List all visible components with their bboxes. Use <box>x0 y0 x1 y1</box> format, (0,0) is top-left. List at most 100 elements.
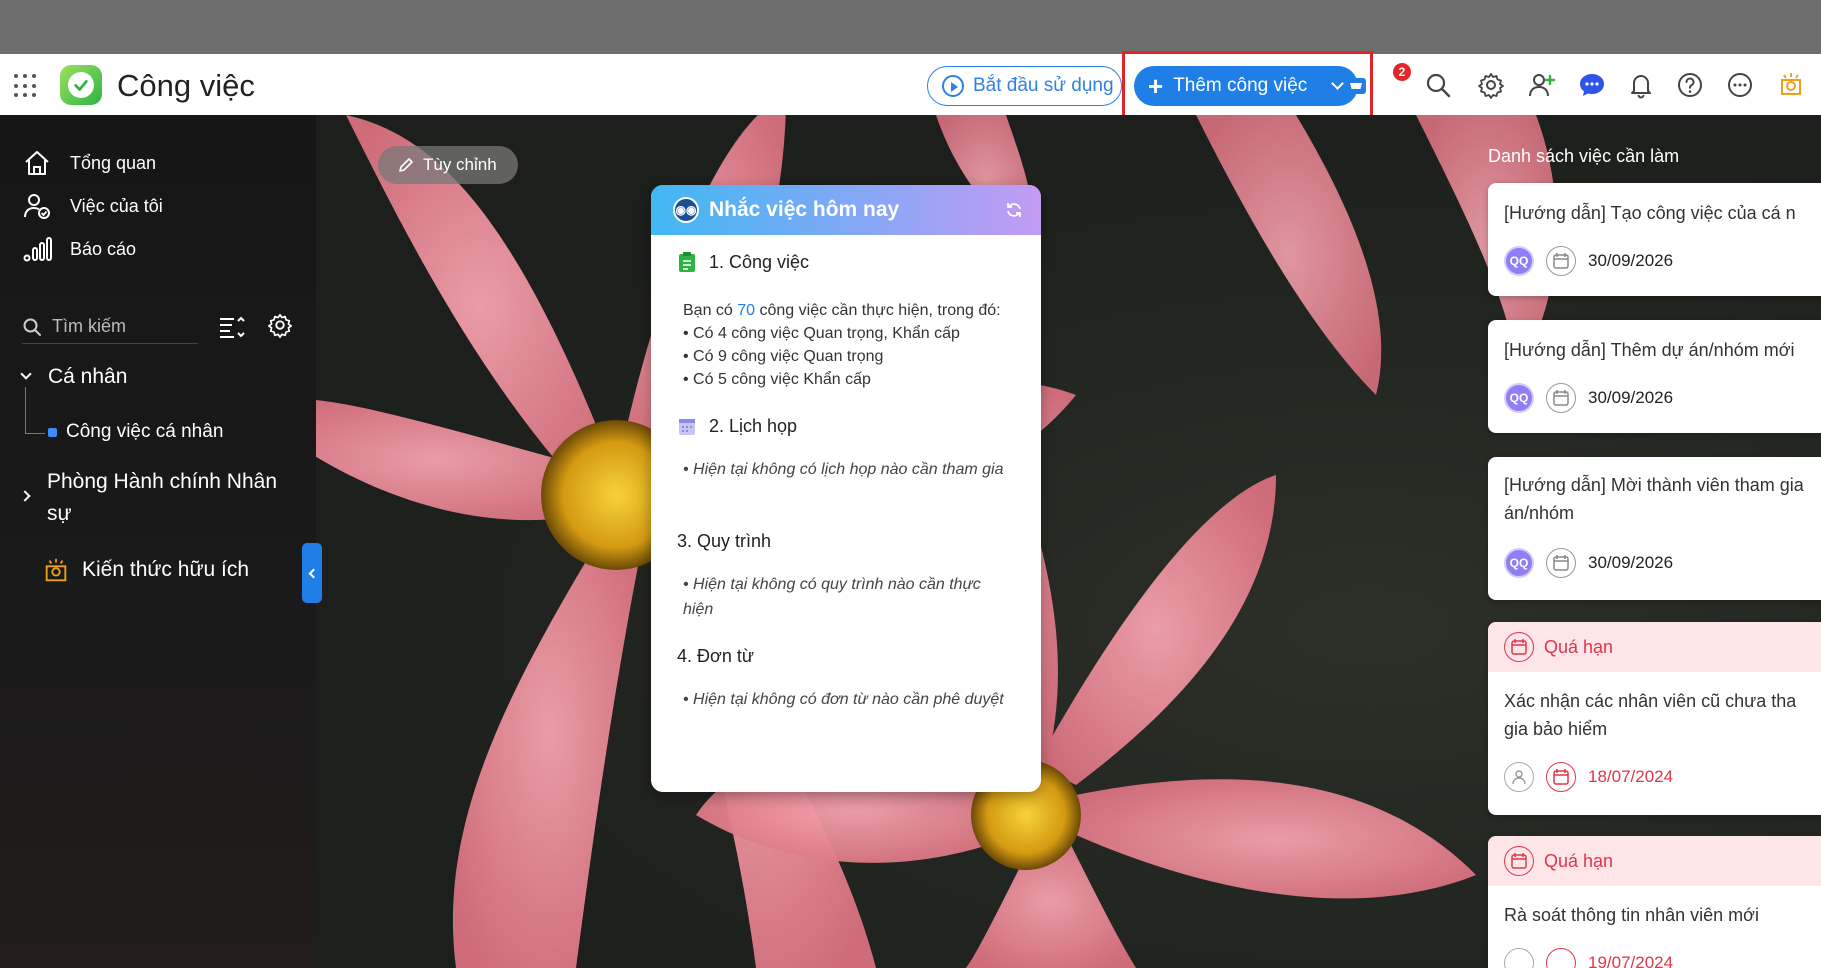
play-icon <box>942 75 964 97</box>
knowledge-label: Kiến thức hữu ích <box>82 558 250 581</box>
sidebar-search-input[interactable]: Tìm kiếm <box>22 310 198 344</box>
section-requests-text: • Hiện tại không có đơn từ nào cần phê d… <box>683 691 1004 708</box>
task-meta: QQ 30/09/2026 <box>1504 246 1673 276</box>
tree-personal-label: Cá nhân <box>48 365 128 388</box>
plus-icon: + <box>1148 71 1164 101</box>
tree-connector <box>25 433 45 434</box>
task-count-link[interactable]: 70 <box>737 302 755 319</box>
customize-button[interactable]: Tùy chỉnh <box>378 146 518 184</box>
task-date: 30/09/2026 <box>1588 388 1674 407</box>
section-process-text: • Hiện tại không có quy trình nào cần th… <box>683 576 981 618</box>
task-date: 30/09/2026 <box>1588 251 1674 270</box>
customize-label: Tùy chỉnh <box>423 155 497 174</box>
help-icon[interactable] <box>1675 70 1705 100</box>
chart-icon <box>23 237 52 262</box>
more-icon[interactable] <box>1725 70 1755 100</box>
avatar: QQ <box>1504 548 1534 578</box>
chevron-down-icon <box>20 368 32 380</box>
avatar-placeholder-icon <box>1504 762 1534 792</box>
add-user-icon[interactable] <box>1527 70 1557 100</box>
avatar-placeholder-icon <box>1504 948 1534 968</box>
app-header: Công việc Bắt đầu sử dụng + Thêm công vi… <box>0 54 1821 115</box>
app-title: Công việc <box>117 68 255 103</box>
task-date: 19/07/2024 <box>1588 953 1674 968</box>
add-task-button[interactable]: + Thêm công việc <box>1134 66 1358 106</box>
calendar-icon <box>679 419 695 435</box>
section-tasks-title: 1. Công việc <box>677 251 809 273</box>
task-title: [Hướng dẫn] Thêm dự án/nhóm mới <box>1504 340 1795 360</box>
task-date: 18/07/2024 <box>1588 767 1674 786</box>
overdue-label: Quá hạn <box>1544 850 1614 871</box>
task-meta: 19/07/2024 <box>1504 948 1673 968</box>
calendar-icon <box>1546 762 1576 792</box>
calendar-icon <box>1546 246 1576 276</box>
section-meetings-title: 2. Lịch họp <box>677 415 797 437</box>
task-title: [Hướng dẫn] Mời thành viên tham gia án/nh… <box>1504 475 1804 523</box>
task-meta: 18/07/2024 <box>1504 762 1673 792</box>
section-tasks-text: Bạn có 70 công việc cần thực hiện, trong… <box>683 302 1001 388</box>
section-process-title: 3. Quy trình <box>677 531 772 551</box>
todo-task-card[interactable]: [Hướng dẫn] Thêm dự án/nhóm mới QQ 30/09… <box>1488 320 1821 433</box>
sidebar-item-overview[interactable]: Tổng quan <box>22 148 156 178</box>
reminder-card-header: ◉◉ Nhắc việc hôm nay <box>651 185 1041 235</box>
task-date: 30/09/2026 <box>1588 553 1674 572</box>
overdue-band: Quá hạn <box>1488 836 1821 886</box>
avatar: QQ <box>1504 383 1534 413</box>
sidebar-item-label: Tổng quan <box>70 152 157 173</box>
task-title: Rà soát thông tin nhân viên mới <box>1504 905 1759 925</box>
chat-icon[interactable] <box>1577 70 1607 100</box>
overdue-label: Quá hạn <box>1544 636 1614 657</box>
task-meta: QQ 30/09/2026 <box>1504 548 1673 578</box>
sidebar-settings-icon[interactable] <box>266 311 294 339</box>
collapse-sidebar-button[interactable] <box>302 543 322 603</box>
add-task-label: Thêm công việc <box>1173 75 1308 96</box>
sidebar-item-my-tasks[interactable]: Việc của tôi <box>22 191 163 221</box>
tree-child-label: Công việc cá nhân <box>66 421 224 442</box>
search-icon[interactable] <box>1423 70 1453 100</box>
refresh-icon[interactable] <box>1005 201 1023 219</box>
overdue-band: Quá hạn <box>1488 622 1821 672</box>
chevron-right-icon <box>19 490 31 502</box>
calendar-icon <box>1546 948 1576 968</box>
avatar: QQ <box>1504 246 1534 276</box>
calendar-icon <box>1546 548 1576 578</box>
chevron-left-icon <box>308 568 319 578</box>
apps-grid-icon[interactable] <box>14 74 38 98</box>
calendar-alert-icon <box>1504 846 1534 876</box>
search-placeholder: Tìm kiếm <box>52 316 126 336</box>
calendar-icon <box>1546 383 1576 413</box>
start-using-button[interactable]: Bắt đầu sử dụng <box>927 66 1122 106</box>
cart-icon[interactable] <box>1341 70 1371 100</box>
pencil-icon <box>399 158 413 172</box>
project-dot-icon <box>48 427 57 437</box>
settings-gear-icon[interactable] <box>1476 70 1506 100</box>
idea-icon <box>45 558 67 582</box>
todo-task-card-overdue[interactable]: Quá hạn Rà soát thông tin nhân viên mới … <box>1488 836 1821 968</box>
sort-filter-icon[interactable] <box>217 313 245 341</box>
clipboard-icon <box>679 252 695 272</box>
bell-icon[interactable] <box>1626 70 1656 100</box>
tree-personal-tasks[interactable]: Công việc cá nhân <box>48 421 223 443</box>
home-icon <box>25 151 49 175</box>
sidebar: Tổng quan Việc của tôi Báo cáo Tìm kiếm … <box>0 115 316 968</box>
reminder-title: Nhắc việc hôm nay <box>709 198 900 221</box>
task-title: [Hướng dẫn] Tạo công việc của cá n <box>1504 203 1796 223</box>
task-meta: QQ 30/09/2026 <box>1504 383 1673 413</box>
todo-task-card-overdue[interactable]: Quá hạn Xác nhận các nhân viên cũ chưa t… <box>1488 622 1821 815</box>
idea-icon[interactable] <box>1776 70 1806 100</box>
search-icon <box>23 318 41 336</box>
tree-department[interactable]: Phòng Hành chính Nhân sự <box>18 466 298 530</box>
calendar-alert-icon <box>1504 632 1534 662</box>
tree-personal[interactable]: Cá nhân <box>18 365 127 389</box>
tree-connector <box>25 387 26 433</box>
todo-task-card[interactable]: [Hướng dẫn] Tạo công việc của cá n QQ 30… <box>1488 183 1821 296</box>
sidebar-item-knowledge[interactable]: Kiến thức hữu ích <box>42 556 249 584</box>
section-meetings-text: • Hiện tại không có lịch họp nào cần tha… <box>683 461 1004 478</box>
start-using-label: Bắt đầu sử dụng <box>973 75 1114 96</box>
todo-task-card[interactable]: [Hướng dẫn] Mời thành viên tham gia án/nh… <box>1488 457 1821 600</box>
top-gray-bar <box>0 0 1821 54</box>
task-title: Xác nhận các nhân viên cũ chưa tha gia bả… <box>1504 691 1797 739</box>
user-check-icon <box>24 194 50 219</box>
sidebar-item-reports[interactable]: Báo cáo <box>22 234 136 264</box>
tree-department-label: Phòng Hành chính Nhân sự <box>47 470 278 525</box>
